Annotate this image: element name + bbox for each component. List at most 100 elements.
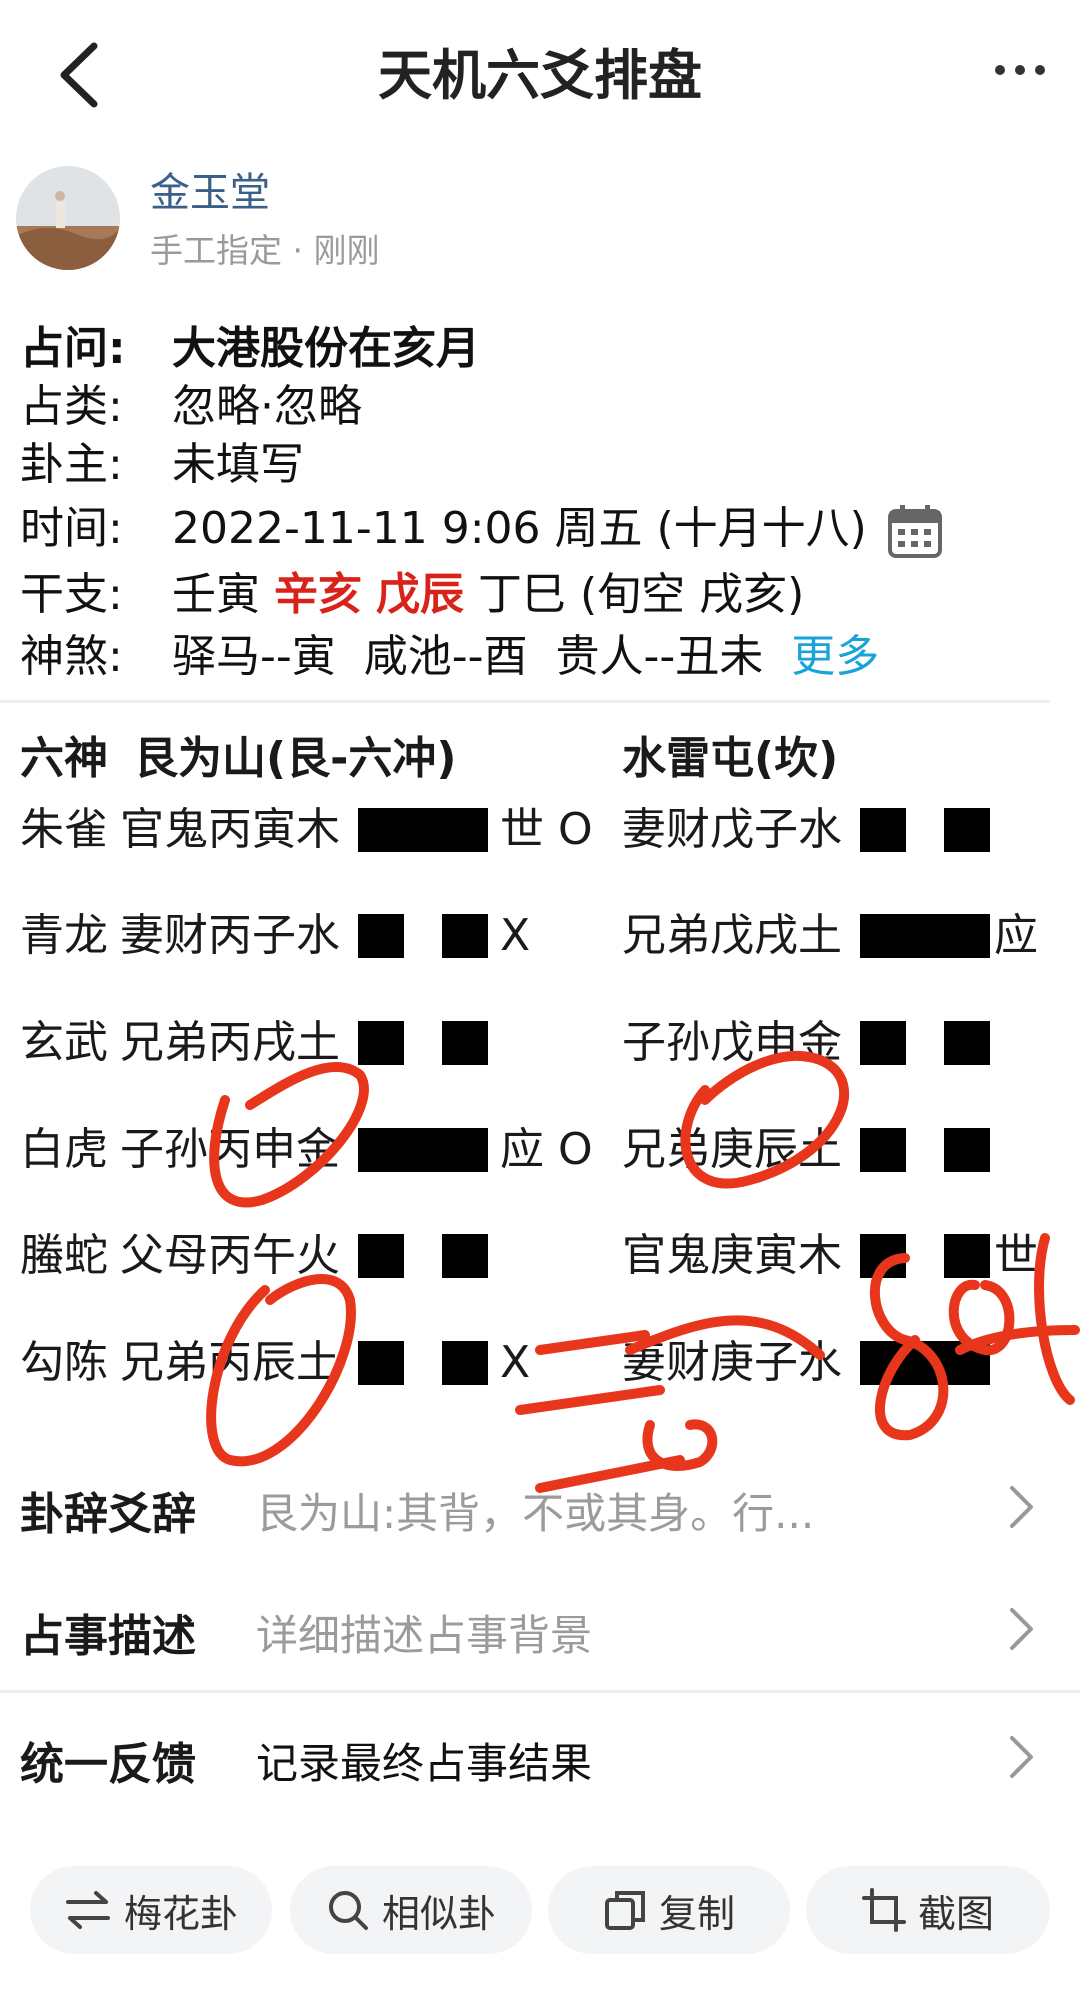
- yao-row: 白虎 子孙丙申金 应 O 兄弟庚辰土: [0, 1120, 1080, 1180]
- feedback-value: 记录最终占事结果: [256, 1739, 593, 1788]
- changed-yao-text: 子孙戊申金: [622, 1017, 842, 1068]
- author-meta: 手工指定 · 刚刚: [150, 231, 380, 270]
- ganzhi-month: 辛亥: [274, 569, 362, 620]
- main-yao-mark: 应 O: [500, 1124, 593, 1175]
- screenshot-label: 截图: [917, 1891, 994, 1936]
- description-value: 详细描述占事背景: [256, 1611, 593, 1660]
- main-yin-line: [358, 1234, 404, 1278]
- liushen-name: 白虎: [20, 1124, 108, 1175]
- question-label: 占问:: [20, 323, 126, 374]
- ganzhi-line: 干支: 壬寅 辛亥 戊辰 丁巳 (旬空 戌亥): [20, 566, 804, 624]
- liushen-header: 六神: [20, 733, 108, 784]
- shensha-value: 驿马--寅 咸池--酉 贵人--丑未: [172, 631, 764, 682]
- time-line: 时间: 2022-11-11 9:06 周五 (十月十八): [20, 500, 943, 559]
- question-line: 占问: 大港股份在亥月: [20, 320, 480, 378]
- changed-yin-line: [944, 1021, 990, 1065]
- changed-yao-mark: 世: [994, 1230, 1038, 1281]
- ganzhi-label: 干支:: [20, 569, 123, 620]
- yao-row: 青龙 妻财丙子水 X 兄弟戊戌土 应: [0, 906, 1080, 966]
- similar-label: 相似卦: [381, 1891, 496, 1936]
- swap-icon: [65, 1891, 110, 1929]
- changed-yao-text: 妻财戊子水: [622, 804, 842, 855]
- category-label: 占类:: [20, 381, 123, 432]
- category-line: 占类: 忽略·忽略: [20, 378, 362, 436]
- main-yang-line: [358, 808, 488, 852]
- description-row[interactable]: 占事描述 详细描述占事背景: [0, 1574, 1080, 1684]
- main-yao-text: 兄弟丙戌土: [120, 1017, 340, 1068]
- main-yin-line: [442, 1341, 488, 1385]
- changed-gua-name: 水雷屯(坎): [622, 733, 839, 784]
- divider: [0, 700, 1050, 703]
- yao-row: 朱雀 官鬼丙寅木 世 O 妻财戊子水: [0, 800, 1080, 860]
- guaci-value: 艮为山:其背，不或其身。行...: [256, 1489, 815, 1538]
- search-icon: [328, 1891, 368, 1930]
- ganzhi-hour: 丁巳 (旬空 戌亥): [478, 569, 805, 620]
- owner-line: 卦主: 未填写: [20, 436, 304, 494]
- main-yao-text: 子孙丙申金: [120, 1124, 340, 1175]
- main-yin-line: [358, 914, 404, 958]
- liushen-name: 玄武: [20, 1017, 108, 1068]
- changed-yao-text: 兄弟庚辰土: [622, 1124, 842, 1175]
- liushen-name: 朱雀: [20, 804, 108, 855]
- main-yao-text: 父母丙午火: [120, 1230, 340, 1281]
- main-yao-text: 兄弟丙辰土: [120, 1337, 340, 1388]
- guaci-label: 卦辞爻辞: [20, 1489, 196, 1540]
- main-yin-line: [358, 1021, 404, 1065]
- more-shensha-link[interactable]: 更多: [791, 631, 879, 682]
- meihua-button[interactable]: 梅花卦: [30, 1866, 272, 1954]
- main-yin-line: [358, 1341, 404, 1385]
- changed-yang-line: [860, 914, 990, 958]
- liushen-name: 勾陈: [20, 1337, 108, 1388]
- main-yao-mark: X: [500, 1337, 531, 1388]
- ganzhi-day: 戊辰: [376, 569, 464, 620]
- changed-yin-line: [944, 1234, 990, 1278]
- changed-yin-line: [860, 1021, 906, 1065]
- meihua-label: 梅花卦: [123, 1891, 238, 1936]
- ganzhi-year: 壬寅: [172, 569, 260, 620]
- chevron-right-icon: [1010, 1486, 1033, 1528]
- changed-yin-line: [860, 808, 906, 852]
- changed-yin-line: [860, 1128, 906, 1172]
- main-yang-line: [358, 1128, 488, 1172]
- screenshot-button[interactable]: 截图: [806, 1866, 1050, 1954]
- yao-row: 螣蛇 父母丙午火 官鬼庚寅木 世: [0, 1226, 1080, 1286]
- more-options-icon[interactable]: [990, 40, 1050, 100]
- description-label: 占事描述: [20, 1611, 196, 1662]
- liushen-name: 螣蛇: [20, 1230, 108, 1281]
- main-yin-line: [442, 914, 488, 958]
- feedback-label: 统一反馈: [20, 1739, 196, 1790]
- guaci-row[interactable]: 卦辞爻辞 艮为山:其背，不或其身。行...: [0, 1452, 1080, 1562]
- chevron-right-icon: [1010, 1736, 1033, 1778]
- changed-yin-line: [860, 1234, 906, 1278]
- page-title: 天机六爻排盘: [378, 44, 702, 107]
- main-yao-text: 妻财丙子水: [120, 910, 340, 961]
- owner-label: 卦主:: [20, 439, 123, 490]
- changed-yao-text: 妻财庚子水: [622, 1337, 842, 1388]
- crop-icon: [861, 1888, 906, 1932]
- main-yao-mark: X: [500, 910, 531, 961]
- changed-yao-mark: 应: [994, 910, 1038, 961]
- time-value: 2022-11-11 9:06 周五 (十月十八): [172, 503, 867, 554]
- yao-row: 勾陈 兄弟丙辰土 X 妻财庚子水: [0, 1333, 1080, 1393]
- author-name[interactable]: 金玉堂: [150, 160, 270, 218]
- changed-yin-line: [944, 808, 990, 852]
- yao-row: 玄武 兄弟丙戌土 子孙戊申金: [0, 1013, 1080, 1073]
- owner-value: 未填写: [172, 439, 304, 490]
- calendar-icon[interactable]: [887, 503, 943, 559]
- changed-yang-line: [860, 1341, 990, 1385]
- avatar[interactable]: [16, 166, 120, 270]
- main-yin-line: [442, 1021, 488, 1065]
- main-yin-line: [442, 1234, 488, 1278]
- main-yao-text: 官鬼丙寅木: [120, 804, 340, 855]
- copy-button[interactable]: 复制: [548, 1866, 790, 1954]
- copy-label: 复制: [658, 1891, 735, 1936]
- liushen-name: 青龙: [20, 910, 108, 961]
- feedback-row[interactable]: 统一反馈 记录最终占事结果: [0, 1702, 1080, 1812]
- divider: [0, 1690, 1080, 1693]
- category-value: 忽略·忽略: [172, 381, 362, 432]
- similar-button[interactable]: 相似卦: [290, 1866, 532, 1954]
- changed-yin-line: [944, 1128, 990, 1172]
- main-gua-name: 艮为山(艮-六冲): [134, 733, 457, 784]
- changed-yao-text: 官鬼庚寅木: [622, 1230, 842, 1281]
- time-label: 时间:: [20, 503, 123, 554]
